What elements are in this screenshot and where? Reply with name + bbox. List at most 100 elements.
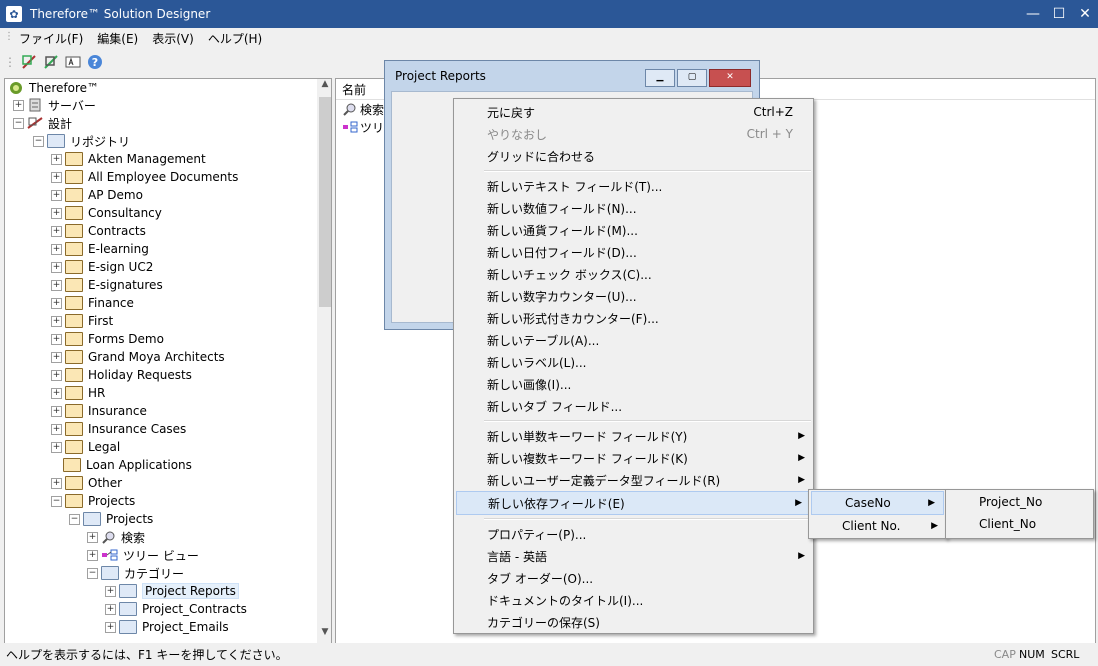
expand-icon[interactable]: + — [87, 531, 98, 543]
tree-item[interactable]: + Finance — [51, 294, 134, 312]
close-button[interactable]: ✕ — [1072, 0, 1098, 28]
menu-view[interactable]: 表示(V) — [145, 30, 201, 47]
tree-item[interactable]: + E-signatures — [51, 276, 163, 294]
tree-node-server[interactable]: + サーバー — [13, 96, 96, 114]
expand-icon[interactable]: + — [51, 405, 62, 417]
menu-item-new-number-field[interactable]: 新しい数値フィールド(N)... — [454, 197, 813, 219]
collapse-icon[interactable]: − — [69, 513, 80, 525]
tree-item[interactable]: + Consultancy — [51, 204, 162, 222]
menu-item-new-user-defined-field[interactable]: 新しいユーザー定義データ型フィールド(R) ▶ — [454, 469, 813, 491]
tree-item[interactable]: + First — [51, 312, 113, 330]
tree-item[interactable]: + Insurance Cases — [51, 420, 186, 438]
menu-item-new-image[interactable]: 新しい画像(I)... — [454, 373, 813, 395]
expand-icon[interactable]: + — [51, 423, 62, 435]
menu-item-document-title[interactable]: ドキュメントのタイトル(I)... — [454, 589, 813, 611]
menu-item-new-date-field[interactable]: 新しい日付フィールド(D)... — [454, 241, 813, 263]
expand-icon[interactable]: + — [13, 99, 24, 111]
tree-item-projects[interactable]: − Projects — [51, 492, 135, 510]
tree-node-repository[interactable]: − リポジトリ — [33, 132, 130, 150]
menu-item-new-formatted-counter[interactable]: 新しい形式付きカウンター(F)... — [454, 307, 813, 329]
tree-node-design[interactable]: − 設計 — [13, 114, 72, 132]
expand-icon[interactable]: + — [51, 261, 62, 273]
expand-icon[interactable]: + — [51, 243, 62, 255]
design-tool-2-icon[interactable] — [42, 53, 60, 71]
tree-item[interactable]: + E-sign UC2 — [51, 258, 153, 276]
expand-icon[interactable]: + — [51, 225, 62, 237]
expand-icon[interactable]: + — [51, 207, 62, 219]
menu-item-new-text-field[interactable]: 新しいテキスト フィールド(T)... — [454, 175, 813, 197]
dialog-close-button[interactable]: ✕ — [709, 69, 751, 87]
menu-help[interactable]: ヘルプ(H) — [201, 30, 269, 47]
menu-edit[interactable]: 編集(E) — [90, 30, 145, 47]
tree-item[interactable]: + Grand Moya Architects — [51, 348, 225, 366]
menu-item-new-single-keyword[interactable]: 新しい単数キーワード フィールド(Y) ▶ — [454, 425, 813, 447]
collapse-icon[interactable]: − — [13, 117, 24, 129]
tree-item-treeview[interactable]: + ツリー ビュー — [87, 546, 199, 564]
submenu-item-client-no[interactable]: Client No. ▶ — [809, 515, 946, 537]
tree-item-category-selected[interactable]: + Project Reports — [105, 582, 239, 600]
collapse-icon[interactable]: − — [51, 495, 62, 507]
text-tool-icon[interactable] — [64, 53, 82, 71]
menu-item-save-category[interactable]: カテゴリーの保存(S) — [454, 611, 813, 633]
dialog-minimize-button[interactable]: ▁ — [645, 69, 675, 87]
scroll-up-icon[interactable]: ▲ — [317, 79, 331, 95]
expand-icon[interactable]: + — [87, 549, 98, 561]
tree-item[interactable]: + Contracts — [51, 222, 146, 240]
menu-item-snap-grid[interactable]: グリッドに合わせる — [454, 145, 813, 167]
tree-item[interactable]: + Holiday Requests — [51, 366, 192, 384]
tree-item[interactable]: + All Employee Documents — [51, 168, 238, 186]
menu-item-properties[interactable]: プロパティー(P)... — [454, 523, 813, 545]
tree-item-projects-category[interactable]: − Projects — [69, 510, 153, 528]
expand-icon[interactable]: + — [51, 387, 62, 399]
tree-item[interactable]: + Akten Management — [51, 150, 206, 168]
menu-item-undo[interactable]: 元に戻す Ctrl+Z — [454, 101, 813, 123]
menu-item-new-table[interactable]: 新しいテーブル(A)... — [454, 329, 813, 351]
expand-icon[interactable]: + — [51, 171, 62, 183]
maximize-button[interactable]: ☐ — [1046, 0, 1072, 28]
tree-item[interactable]: Loan Applications — [63, 456, 192, 474]
tree-scrollbar[interactable]: ▲ ▼ — [317, 79, 331, 643]
expand-icon[interactable]: + — [51, 297, 62, 309]
tree-item[interactable]: + Other — [51, 474, 122, 492]
menu-item-tab-order[interactable]: タブ オーダー(O)... — [454, 567, 813, 589]
menu-item-language[interactable]: 言語 - 英語 ▶ — [454, 545, 813, 567]
expand-icon[interactable]: + — [105, 603, 116, 615]
expand-icon[interactable]: + — [51, 153, 62, 165]
expand-icon[interactable]: + — [51, 279, 62, 291]
design-tool-icon[interactable] — [20, 53, 38, 71]
tree-item[interactable]: + E-learning — [51, 240, 149, 258]
expand-icon[interactable]: + — [51, 315, 62, 327]
menu-item-new-label[interactable]: 新しいラベル(L)... — [454, 351, 813, 373]
submenu-item-client-no-field[interactable]: Client_No — [946, 513, 1093, 535]
scroll-down-icon[interactable]: ▼ — [317, 627, 331, 643]
expand-icon[interactable]: + — [51, 441, 62, 453]
menu-item-new-tab-field[interactable]: 新しいタブ フィールド... — [454, 395, 813, 417]
tree-node-root[interactable]: Therefore™ — [9, 79, 99, 97]
menu-item-new-checkbox[interactable]: 新しいチェック ボックス(C)... — [454, 263, 813, 285]
submenu-item-project-no[interactable]: Project_No — [946, 491, 1093, 513]
tree-item[interactable]: + HR — [51, 384, 105, 402]
tree-item[interactable]: + Legal — [51, 438, 120, 456]
minimize-button[interactable]: — — [1020, 0, 1046, 28]
tree-item[interactable]: + Insurance — [51, 402, 147, 420]
tree-item-category[interactable]: + Project_Emails — [105, 618, 229, 636]
dialog-maximize-button[interactable]: ▢ — [677, 69, 707, 87]
help-icon[interactable]: ? — [86, 53, 104, 71]
menu-item-new-dependent-field[interactable]: 新しい依存フィールド(E) ▶ — [456, 491, 811, 515]
tree-item[interactable]: + AP Demo — [51, 186, 143, 204]
menu-item-redo[interactable]: やりなおし Ctrl + Y — [454, 123, 813, 145]
expand-icon[interactable]: + — [51, 333, 62, 345]
expand-icon[interactable]: + — [51, 189, 62, 201]
expand-icon[interactable]: + — [51, 477, 62, 489]
menu-item-new-number-counter[interactable]: 新しい数字カウンター(U)... — [454, 285, 813, 307]
tree-item-search[interactable]: + 検索 — [87, 528, 145, 546]
submenu-item-caseno[interactable]: CaseNo ▶ — [811, 491, 944, 515]
tree-item[interactable]: + Forms Demo — [51, 330, 164, 348]
scroll-thumb[interactable] — [319, 97, 331, 307]
menu-item-new-currency-field[interactable]: 新しい通貨フィールド(M)... — [454, 219, 813, 241]
collapse-icon[interactable]: − — [87, 567, 98, 579]
expand-icon[interactable]: + — [51, 369, 62, 381]
menu-file[interactable]: ファイル(F) — [12, 30, 90, 47]
expand-icon[interactable]: + — [51, 351, 62, 363]
menu-item-new-multi-keyword[interactable]: 新しい複数キーワード フィールド(K) ▶ — [454, 447, 813, 469]
